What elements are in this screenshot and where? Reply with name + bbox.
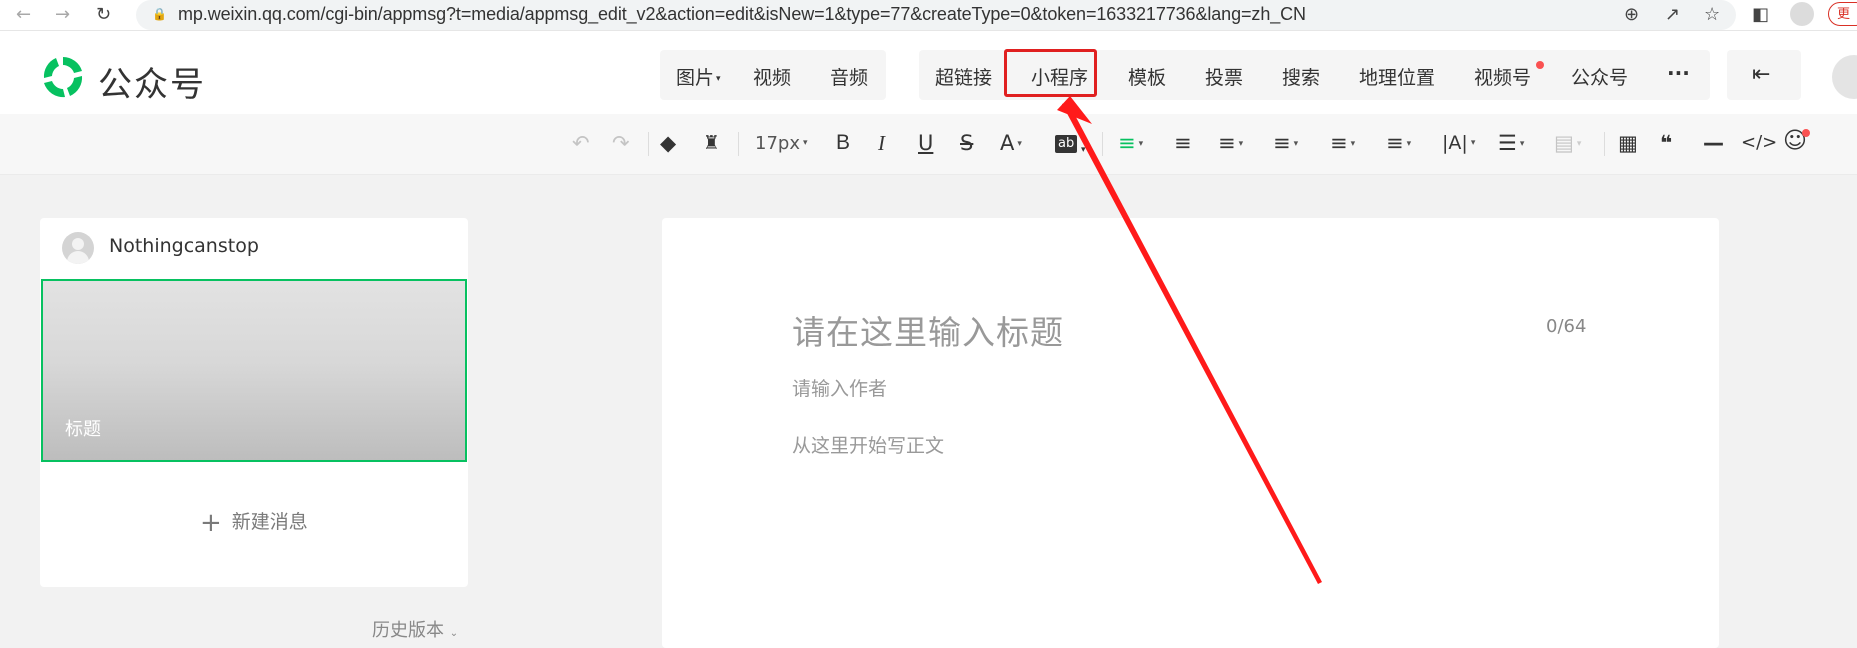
annotation-arrow <box>1057 96 1322 584</box>
